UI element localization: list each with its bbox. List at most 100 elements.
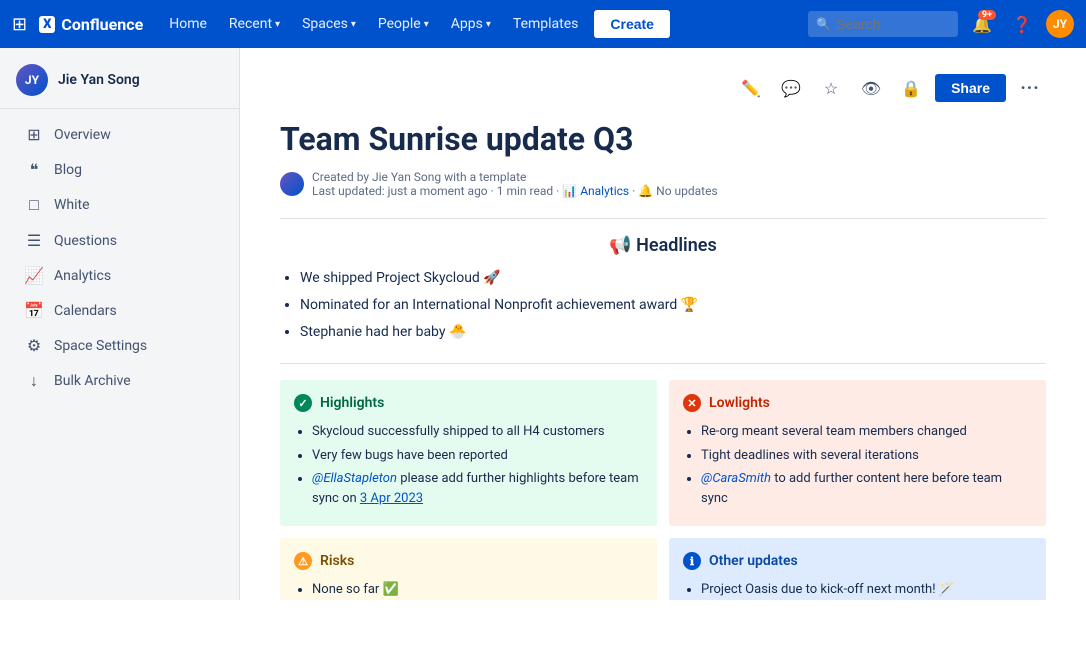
chevron-down-icon: ▾ [351,19,356,30]
edit-button[interactable]: ✏️ [735,72,767,104]
nav-templates[interactable]: Templates [503,10,589,38]
list-item: Project Oasis due to kick-off next month… [701,580,1032,600]
mention[interactable]: @EllaStapleton [312,471,397,486]
analytics-meta-icon: 📊 [562,184,577,198]
nav-people[interactable]: People▾ [368,10,439,38]
overview-icon: ⊞ [24,125,44,144]
headlines-heading: 📢 Headlines [280,235,1046,256]
sidebar-item-calendars[interactable]: 📅 Calendars [8,293,231,328]
list-item: Nominated for an International Nonprofit… [300,295,1046,316]
user-avatar[interactable]: JY [1046,10,1074,38]
headlines-section: 📢 Headlines We shipped Project Skycloud … [280,235,1046,343]
sidebar-username: Jie Yan Song [58,72,140,88]
notifications-badge: 9+ [978,10,996,20]
restrict-button[interactable]: 🔒 [895,72,927,104]
list-item: None so far ✅ [312,580,643,600]
other-updates-panel: ℹ Other updates Project Oasis due to kic… [669,538,1046,600]
analytics-link[interactable]: Analytics [580,184,629,198]
highlights-list: Skycloud successfully shipped to all H4 … [294,422,643,508]
sidebar-item-label: White [54,197,90,213]
more-options-button[interactable]: ··· [1014,72,1046,104]
no-updates: No updates [656,184,718,198]
nav-apps[interactable]: Apps▾ [441,10,501,38]
notifications-button[interactable]: 🔔 9+ [966,8,998,40]
list-item: Very few bugs have been reported [312,446,643,466]
section-divider-2 [280,363,1046,364]
top-navigation: ⊞ X Confluence Home Recent▾ Spaces▾ Peop… [0,0,1086,48]
list-item: Re-org meant several team members change… [701,422,1032,442]
meta-author: Created by Jie Yan Song with a template … [312,170,718,198]
star-button[interactable]: ☆ [815,72,847,104]
sidebar-item-bulk-archive[interactable]: ↓ Bulk Archive [8,363,231,399]
help-button[interactable]: ❓ [1006,8,1038,40]
analytics-icon: 📈 [24,266,44,285]
sidebar-item-overview[interactable]: ⊞ Overview [8,117,231,152]
settings-icon: ⚙ [24,336,44,355]
other-updates-title: Other updates [709,553,798,569]
other-updates-list: Project Oasis due to kick-off next month… [683,580,1032,600]
page-meta: Created by Jie Yan Song with a template … [280,170,1046,198]
list-item: We shipped Project Skycloud 🚀 [300,268,1046,289]
create-button[interactable]: Create [594,10,670,38]
comment-button[interactable]: 💬 [775,72,807,104]
highlights-title: Highlights [320,395,384,411]
lowlights-header: ✕ Lowlights [683,394,1032,412]
chevron-down-icon: ▾ [275,19,280,30]
sidebar-item-white[interactable]: □ White + [8,187,231,223]
share-button[interactable]: Share [935,74,1006,102]
list-item: @CaraSmith to add further content here b… [701,469,1032,508]
archive-icon: ↓ [24,371,44,391]
highlights-panel: ✓ Highlights Skycloud successfully shipp… [280,380,657,526]
list-item: Tight deadlines with several iterations [701,446,1032,466]
calendars-icon: 📅 [24,301,44,320]
nav-recent[interactable]: Recent▾ [219,10,290,38]
sidebar-item-label: Bulk Archive [54,373,131,389]
other-updates-header: ℹ Other updates [683,552,1032,570]
avatar: JY [16,64,48,96]
nav-links: Home Recent▾ Spaces▾ People▾ Apps▾ Templ… [159,10,800,38]
sidebar-item-space-settings[interactable]: ⚙ Space Settings [8,328,231,363]
lowlights-list: Re-org meant several team members change… [683,422,1032,508]
list-item: @EllaStapleton please add further highli… [312,469,643,508]
updated-at: Last updated: just a moment ago · 1 min … [312,184,718,198]
sidebar-item-analytics[interactable]: 📈 Analytics [8,258,231,293]
section-divider [280,218,1046,219]
sidebar: JY Jie Yan Song ⊞ Overview ❝ Blog + □ Wh… [0,48,240,600]
lowlights-title: Lowlights [709,395,770,411]
page-title: Team Sunrise update Q3 [280,120,1046,158]
highlights-header: ✓ Highlights [294,394,643,412]
nav-home[interactable]: Home [159,10,217,38]
sidebar-item-label: Analytics [54,268,111,284]
sidebar-item-label: Overview [54,127,111,143]
sidebar-nav: ⊞ Overview ❝ Blog + □ White + ☰ Question… [0,109,239,407]
mention[interactable]: @CaraSmith [701,471,771,486]
logo-text: Confluence [61,15,143,34]
other-updates-icon: ℹ [683,552,701,570]
headlines-list: We shipped Project Skycloud 🚀 Nominated … [280,268,1046,343]
date-link[interactable]: 3 Apr 2023 [360,491,423,506]
watch-button[interactable]: 👁 [855,72,887,104]
lowlights-icon: ✕ [683,394,701,412]
chevron-down-icon: ▾ [486,19,491,30]
list-item: Stephanie had her baby 🐣 [300,322,1046,343]
sidebar-item-label: Blog [54,162,82,178]
nav-spaces[interactable]: Spaces▾ [292,10,366,38]
white-icon: □ [24,195,44,215]
risks-title: Risks [320,553,354,569]
risks-list: None so far ✅ [294,580,643,600]
list-item: Skycloud successfully shipped to all H4 … [312,422,643,442]
search-input[interactable] [808,11,958,37]
highlights-icon: ✓ [294,394,312,412]
risks-panel: ⚠ Risks None so far ✅ [280,538,657,600]
main-content: ✏️ 💬 ☆ 👁 🔒 Share ··· Team Sunrise update… [240,48,1086,600]
sidebar-item-label: Space Settings [54,338,147,354]
sidebar-item-blog[interactable]: ❝ Blog + [8,152,231,187]
grid-icon[interactable]: ⊞ [12,14,27,35]
panels-grid: ✓ Highlights Skycloud successfully shipp… [280,380,1046,600]
blog-icon: ❝ [24,160,44,179]
logo[interactable]: X Confluence [39,15,143,34]
sidebar-item-questions[interactable]: ☰ Questions [8,223,231,258]
questions-icon: ☰ [24,231,44,250]
author-avatar [280,172,304,196]
sidebar-user: JY Jie Yan Song [0,48,239,109]
